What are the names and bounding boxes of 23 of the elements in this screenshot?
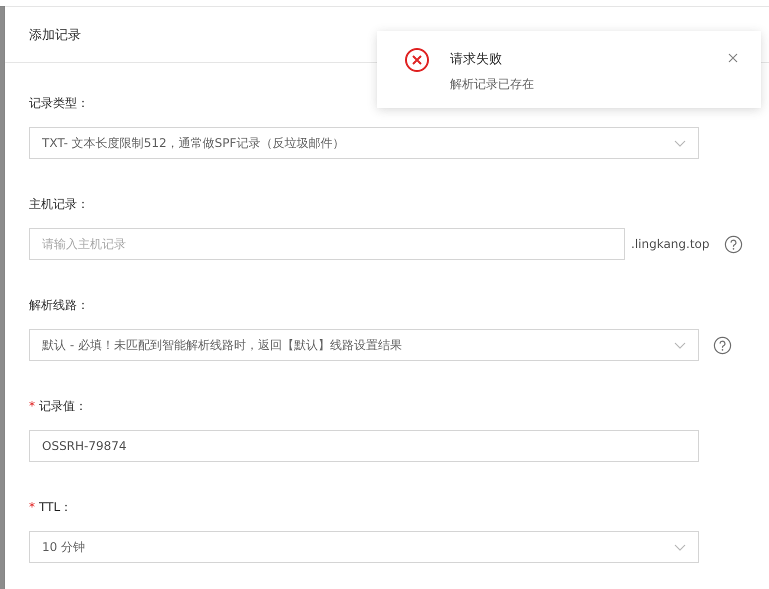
input-field[interactable]: OSSRH-79874 xyxy=(29,430,699,462)
help-icon[interactable] xyxy=(713,336,732,354)
input-field[interactable]: 请输入主机记录 xyxy=(29,228,625,260)
select-field[interactable]: 默认 - 必填！未匹配到智能解析线路时，返回【默认】线路设置结果 xyxy=(29,329,699,361)
field-label: TTL： xyxy=(39,498,72,516)
domain-suffix: .lingkang.top xyxy=(631,237,710,251)
chevron-down-icon xyxy=(674,544,686,550)
error-icon xyxy=(404,47,430,73)
chevron-down-icon xyxy=(674,140,686,146)
chevron-down-icon xyxy=(674,342,686,348)
field-label: 记录值： xyxy=(39,398,87,414)
dialog-title: 添加记录 xyxy=(29,26,81,44)
required-mark: * xyxy=(29,500,35,514)
select-field[interactable]: TXT- 文本长度限制512，通常做SPF记录（反垃圾邮件） xyxy=(29,127,699,159)
notification-message: 解析记录已存在 xyxy=(450,76,535,93)
notification-title: 请求失败 xyxy=(450,51,503,68)
field-label: 记录类型： xyxy=(29,94,89,112)
select-field[interactable]: 10 分钟 xyxy=(29,531,699,563)
field-label: 解析线路： xyxy=(29,296,89,314)
close-icon[interactable] xyxy=(728,53,738,63)
help-icon[interactable] xyxy=(724,234,742,254)
required-mark: * xyxy=(29,399,35,413)
field-label: 主机记录： xyxy=(29,196,89,212)
